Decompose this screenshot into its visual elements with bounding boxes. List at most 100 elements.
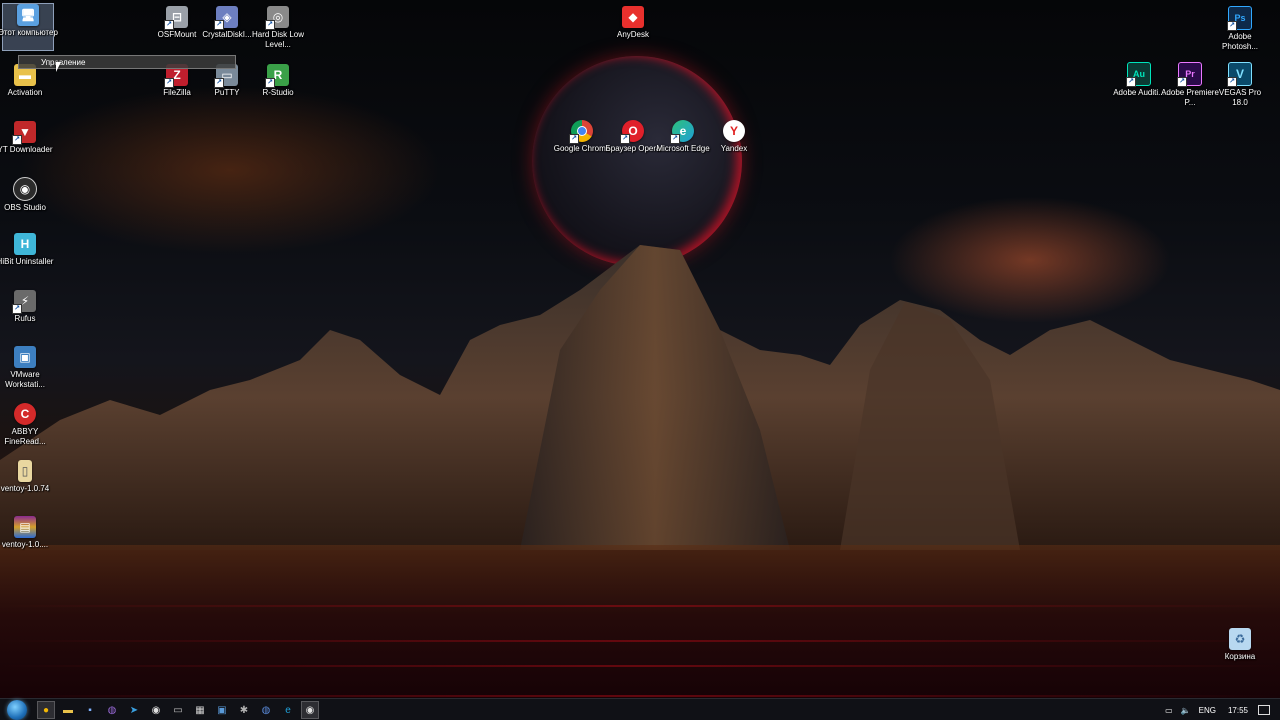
taskbar-chrome[interactable]: ●	[37, 701, 55, 719]
desktop-icon-chrome[interactable]: ↗ Google Chrome	[554, 120, 610, 154]
desktop-icon-abbyy[interactable]: C ABBYY FineRead...	[0, 403, 50, 447]
anydesk-icon: ◆	[622, 6, 644, 28]
desktop-icon-crystaldisk[interactable]: ◈ ↗ CrystalDiskI...	[202, 6, 252, 40]
notifications-icon[interactable]	[1258, 705, 1270, 715]
taskbar-telegram[interactable]: ➤	[125, 701, 143, 719]
desktop-icon-label: OBS Studio	[4, 203, 46, 212]
desktop-icon-label: Activation	[7, 88, 43, 97]
desktop-icon-yandex[interactable]: Y Yandex	[709, 120, 759, 154]
sync-icon: ◉	[151, 704, 161, 716]
network-icon[interactable]: ▭	[1165, 706, 1173, 715]
taskbar-sync[interactable]: ◉	[147, 701, 165, 719]
system-tray: ▭ 🔈 ENG 17:55	[1161, 699, 1280, 720]
desktop-icon-ventoy-folder[interactable]: ▯ ventoy-1.0.74	[0, 460, 50, 494]
vmware-icon: ▣	[14, 346, 36, 368]
desktop-icon-label: Этот компьютер	[0, 28, 58, 37]
desktop-icon-label: R-Studio	[262, 88, 294, 97]
mouse-cursor-icon	[56, 62, 61, 72]
desktop-icon-label: ventoy-1.0....	[1, 540, 49, 549]
desktop-icon-ventoy-archive[interactable]: ▤ ventoy-1.0....	[0, 516, 50, 550]
osfmount-icon: ⊟ ↗	[164, 6, 188, 30]
chrome-icon: ●	[42, 704, 50, 716]
recycle-bin-icon: ♻	[1229, 628, 1251, 650]
start-button[interactable]	[7, 700, 27, 720]
desktop-icon-label: Adobe Photosh...	[1221, 32, 1259, 51]
taskbar-viber[interactable]: ◍	[103, 701, 121, 719]
abbyy-icon: C	[14, 403, 36, 425]
clock[interactable]: 17:55	[1228, 706, 1248, 715]
telegram-icon: ➤	[129, 704, 139, 716]
hdd-icon: ◎ ↗	[265, 6, 289, 30]
chrome-icon: ↗	[569, 120, 593, 144]
desktop-icon-hibit[interactable]: H HiBit Uninstaller	[0, 233, 53, 267]
desktop-icon-putty[interactable]: ▭ ↗ PuTTY	[202, 64, 252, 98]
desktop-icon-opera[interactable]: O ↗ Браузер Opera	[606, 120, 661, 154]
vegas-icon: V ↗	[1227, 62, 1252, 87]
desktop-icon-photoshop[interactable]: Ps ↗ Adobe Photosh...	[1215, 6, 1265, 52]
desktop-icon-label: Rufus	[14, 314, 36, 323]
desktop-icon-yt-downloader[interactable]: ▼ ↗ YT Downloader	[0, 121, 53, 155]
desktop-icon-label: ABBYY FineRead...	[4, 427, 46, 446]
edge-icon: e ↗	[670, 120, 694, 144]
file-icon: ▯	[18, 460, 32, 482]
gear-icon: ✱	[239, 704, 249, 716]
desktop-icon-osfmount[interactable]: ⊟ ↗ OSFMount	[152, 6, 202, 40]
obs-icon: ◉	[13, 177, 37, 201]
desktop-icon-label: VEGAS Pro 18.0	[1218, 88, 1262, 107]
yt-downloader-icon: ▼ ↗	[12, 121, 36, 145]
language-indicator[interactable]: ENG	[1199, 706, 1216, 715]
taskbar-remote-desktop[interactable]: ▣	[213, 701, 231, 719]
desktop-icon-this-pc[interactable]: 🖥 Этот компьютер	[0, 3, 58, 51]
r-studio-icon: R ↗	[265, 64, 289, 88]
desktop-icon-label: Hard Disk Low Level...	[251, 30, 304, 49]
desktop-icon-label: VMware Workstati...	[5, 370, 45, 389]
disk-icon: ▪	[88, 704, 92, 716]
hibit-icon: H	[14, 233, 36, 255]
taskbar: ● ▬ ▪ ◍ ➤ ◉ ▭ ▦ ▣ ✱ ◍ e ◉ ▭ 🔈 ENG 17:55	[0, 698, 1280, 720]
desktop[interactable]: 🖥 Этот компьютер ▬ Activation ▼ ↗ YT Down…	[0, 0, 1280, 720]
desktop-icon-label: Корзина	[1224, 652, 1256, 661]
taskbar-explorer[interactable]: ▬	[59, 701, 77, 719]
rufus-icon: ⚡ ↗	[12, 290, 36, 314]
desktop-icon-label: ventoy-1.0.74	[0, 484, 50, 493]
edge-icon: e	[285, 704, 291, 716]
mountains-wallpaper	[0, 245, 1280, 550]
desktop-icon-recycle-bin[interactable]: ♻ Корзина	[1215, 628, 1265, 662]
desktop-icon-rufus[interactable]: ⚡ ↗ Rufus	[0, 290, 50, 324]
volume-icon[interactable]: 🔈	[1181, 706, 1191, 715]
premiere-icon: Pr ↗	[1177, 62, 1202, 87]
desktop-icon-r-studio[interactable]: R ↗ R-Studio	[253, 64, 303, 98]
audition-icon: Au ↗	[1126, 62, 1151, 87]
calculator-icon: ▦	[195, 704, 205, 716]
desktop-icon-edge[interactable]: e ↗ Microsoft Edge	[656, 120, 710, 154]
desktop-icon-label: AnyDesk	[616, 30, 649, 39]
desktop-icon-vegas[interactable]: V ↗ VEGAS Pro 18.0	[1215, 62, 1265, 108]
desktop-icon-label: YT Downloader	[0, 145, 53, 154]
photoshop-icon: Ps ↗	[1227, 6, 1252, 31]
taskbar-edge[interactable]: e	[279, 701, 297, 719]
winrar-icon: ▤	[14, 516, 36, 538]
water-wallpaper	[0, 545, 1280, 720]
desktop-icon-filezilla[interactable]: Z ↗ FileZilla	[152, 64, 202, 98]
obs-icon: ◉	[305, 704, 315, 716]
desktop-icon-audition[interactable]: Au ↗ Adobe Auditi...	[1113, 62, 1165, 98]
taskbar-globe[interactable]: ◍	[257, 701, 275, 719]
taskbar-console[interactable]: ▭	[169, 701, 187, 719]
taskbar-obs[interactable]: ◉	[301, 701, 319, 719]
desktop-icon-vmware[interactable]: ▣ VMware Workstati...	[0, 346, 50, 390]
desktop-icon-premiere[interactable]: Pr ↗ Adobe Premiere P...	[1161, 62, 1219, 108]
opera-icon: O ↗	[620, 120, 644, 144]
desktop-icon-label: HiBit Uninstaller	[0, 257, 54, 266]
desktop-icon-hdd-llf[interactable]: ◎ ↗ Hard Disk Low Level...	[252, 6, 304, 50]
desktop-icon-obs-studio[interactable]: ◉ OBS Studio	[0, 177, 50, 213]
taskbar-calculator[interactable]: ▦	[191, 701, 209, 719]
computer-icon: 🖥	[17, 4, 39, 26]
taskbar-settings[interactable]: ✱	[235, 701, 253, 719]
folder-icon: ▬	[63, 704, 73, 716]
yandex-icon: Y	[723, 120, 745, 142]
console-icon: ▭	[173, 704, 183, 716]
taskbar-save[interactable]: ▪	[81, 701, 99, 719]
viber-icon: ◍	[107, 704, 117, 716]
desktop-icon-anydesk[interactable]: ◆ AnyDesk	[608, 6, 658, 40]
context-tooltip: Управление	[18, 55, 236, 69]
